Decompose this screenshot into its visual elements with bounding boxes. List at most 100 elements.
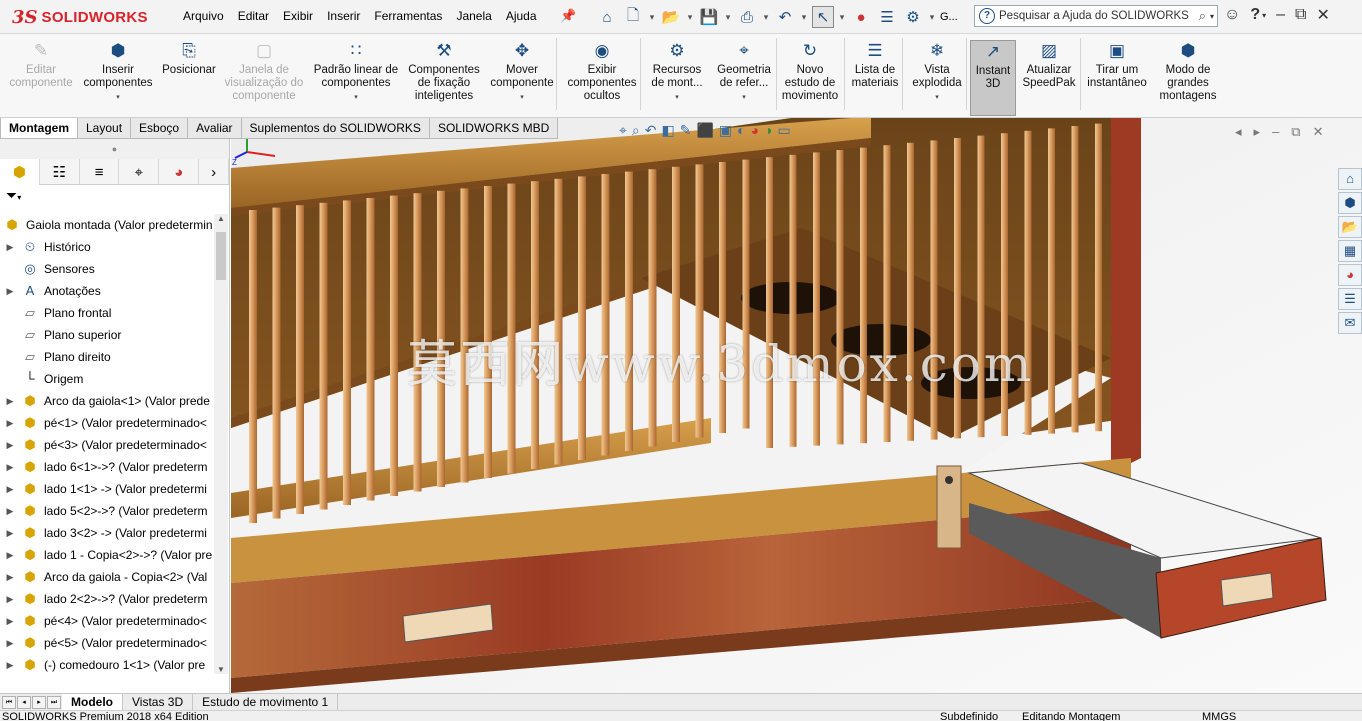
tree-item[interactable]: ▶ A Anotações xyxy=(0,280,214,302)
tab-suplementos[interactable]: Suplementos do SOLIDWORKS xyxy=(240,118,430,139)
tab-esboco[interactable]: Esboço xyxy=(130,118,189,139)
new-document-icon[interactable]: 🗋 xyxy=(622,6,644,28)
command-smart-fasteners-button[interactable]: ⚒ Componentes de fixação inteligentes xyxy=(402,40,486,116)
expand-arrow-icon[interactable]: ▶ xyxy=(0,462,20,473)
dropdown-arrow-icon[interactable]: ▾ xyxy=(838,12,846,23)
design-library-icon[interactable]: ⬢ xyxy=(1338,192,1362,214)
status-units[interactable]: MMGS xyxy=(1202,712,1236,721)
custom-properties-icon[interactable]: ☰ xyxy=(1338,288,1362,310)
edit-appearance-icon[interactable]: ◕ xyxy=(751,122,759,139)
next-tab-icon[interactable]: ▸ xyxy=(32,695,46,709)
section-view-icon[interactable]: ◧ xyxy=(661,122,674,139)
dropdown-arrow-icon[interactable]: ▾ xyxy=(762,12,770,23)
menu-arquivo[interactable]: Arquivo xyxy=(176,9,231,23)
command-show-hidden-button[interactable]: ◉ Exibir componentes ocultos xyxy=(562,40,642,116)
zoom-area-icon[interactable]: ⌕ xyxy=(632,122,640,139)
panel-grip[interactable]: ● xyxy=(0,139,229,159)
dropdown-arrow-icon[interactable]: ▾ xyxy=(648,12,656,23)
menu-exibir[interactable]: Exibir xyxy=(276,9,320,23)
tab-montagem[interactable]: Montagem xyxy=(0,118,78,139)
viewport-close-icon[interactable]: ✕ xyxy=(1313,124,1324,140)
prev-tab-icon[interactable]: ◂ xyxy=(17,695,31,709)
first-tab-icon[interactable]: ⏮ xyxy=(2,695,16,709)
command-reference-geometry-button[interactable]: ⌖ Geometria de refer... ▾ xyxy=(712,40,776,116)
scroll-up-icon[interactable]: ▲ xyxy=(214,214,228,223)
command-assembly-features-button[interactable]: ⚙ Recursos de mont... ▾ xyxy=(646,40,708,116)
command-instant3d-button[interactable]: ↗ Instant 3D xyxy=(970,40,1016,116)
command-component-preview-button[interactable]: ▢ Janela de visualização do componente xyxy=(222,40,306,116)
tree-item[interactable]: ▶ ⬢ Arco da gaiola<1> (Valor prede xyxy=(0,390,214,412)
chevron-down-icon[interactable]: ▾ xyxy=(520,91,524,104)
menu-ferramentas[interactable]: Ferramentas xyxy=(367,9,449,23)
select-pointer-icon[interactable]: ↖ xyxy=(812,6,834,28)
tree-item[interactable]: ▶ ⬢ lado 6<1>->? (Valor predeterm xyxy=(0,456,214,478)
expand-arrow-icon[interactable]: ▶ xyxy=(0,528,20,539)
expand-arrow-icon[interactable]: ▶ xyxy=(0,594,20,605)
tree-item[interactable]: ▱ Plano direito xyxy=(0,346,214,368)
expand-arrow-icon[interactable]: ▶ xyxy=(0,616,20,627)
file-explorer-icon[interactable]: 📂 xyxy=(1338,216,1362,238)
restore-icon[interactable]: ⧉ xyxy=(1295,6,1306,24)
expand-arrow-icon[interactable]: ▶ xyxy=(0,660,20,671)
dropdown-arrow-icon[interactable]: ▾ xyxy=(800,12,808,23)
tab-mbd[interactable]: SOLIDWORKS MBD xyxy=(428,118,559,139)
scroll-thumb[interactable] xyxy=(216,232,226,280)
view-settings-icon[interactable]: ▭ xyxy=(778,122,791,139)
display-style-icon[interactable]: ▣ xyxy=(719,122,732,139)
command-motion-study-button[interactable]: ↻ Novo estudo de movimento xyxy=(778,40,842,116)
menu-janela[interactable]: Janela xyxy=(449,9,498,23)
help-dropdown-icon[interactable]: ▾ xyxy=(1262,11,1266,20)
open-folder-icon[interactable]: 📂 xyxy=(660,6,682,28)
apply-scene-icon[interactable]: ◑ xyxy=(764,122,772,139)
traffic-light-icon[interactable]: ● xyxy=(850,6,872,28)
command-mate-button[interactable]: ⎘ Posicionar xyxy=(160,40,218,116)
chevron-down-icon[interactable]: ▾ xyxy=(1210,12,1214,21)
tab-vistas-3d[interactable]: Vistas 3D xyxy=(123,694,194,710)
solidworks-logo[interactable]: 3S SOLIDWORKS xyxy=(12,4,148,30)
configuration-manager-tab-icon[interactable]: ≡ xyxy=(80,159,120,185)
tree-item[interactable]: ▶ ⬢ lado 1<1> -> (Valor predetermi xyxy=(0,478,214,500)
tree-item[interactable]: ▶ ⬢ (-) comedouro 1<1> (Valor pre xyxy=(0,654,214,674)
expand-arrow-icon[interactable]: ▶ xyxy=(0,572,20,583)
prev-window-icon[interactable]: ◂ xyxy=(1235,124,1242,140)
graphics-viewport[interactable]: 莫西网www.3dmox.com ⌖ ⌕ ↶ ◧ ✎ ⬛ ▣ ◐ ◕ ◑ ▭ ◂… xyxy=(231,118,1362,693)
tab-layout[interactable]: Layout xyxy=(77,118,132,139)
next-window-icon[interactable]: ▸ xyxy=(1254,124,1261,140)
tree-item[interactable]: ▶ ⬢ lado 5<2>->? (Valor predeterm xyxy=(0,500,214,522)
filter-icon[interactable]: ⏷▾ xyxy=(0,185,229,207)
tree-item[interactable]: ▶ ⬢ lado 1 - Copia<2>->? (Valor pre xyxy=(0,544,214,566)
tab-motion-study[interactable]: Estudo de movimento 1 xyxy=(193,694,339,710)
zoom-to-fit-icon[interactable]: ⌖ xyxy=(619,122,627,139)
expand-arrow-icon[interactable]: ▶ xyxy=(0,396,20,407)
tree-item[interactable]: ▶ ⬢ pé<5> (Valor predeterminado< xyxy=(0,632,214,654)
tree-item[interactable]: ▶ ⬢ lado 3<2> -> (Valor predetermi xyxy=(0,522,214,544)
viewport-minimize-icon[interactable]: – xyxy=(1272,124,1279,140)
command-exploded-view-button[interactable]: ❄ Vista explodida ▾ xyxy=(906,40,968,116)
birdcage-model[interactable] xyxy=(231,118,1362,693)
feature-tree-tab-icon[interactable]: ⬢ xyxy=(0,159,40,185)
expand-arrow-icon[interactable]: ▶ xyxy=(0,484,20,495)
forum-icon[interactable]: ✉ xyxy=(1338,312,1362,334)
tree-item[interactable]: ▱ Plano superior xyxy=(0,324,214,346)
tree-scrollbar[interactable]: ▲ ▼ xyxy=(214,214,228,674)
command-bom-button[interactable]: ☰ Lista de materiais xyxy=(848,40,902,116)
save-icon[interactable]: 💾 xyxy=(698,6,720,28)
command-speedpak-button[interactable]: ▨ Atualizar SpeedPak xyxy=(1020,40,1078,116)
print-icon[interactable]: ⎙ xyxy=(736,6,758,28)
undo-icon[interactable]: ↶ xyxy=(774,6,796,28)
help-icon[interactable]: ? xyxy=(1250,6,1260,24)
view-orientation-icon[interactable]: ⬛ xyxy=(696,122,713,139)
tree-item[interactable]: ▶ ⏲ Histórico xyxy=(0,236,214,258)
menu-ajuda[interactable]: Ajuda xyxy=(499,9,544,23)
chevron-down-icon[interactable]: ▾ xyxy=(935,91,939,104)
search-icon[interactable]: ⌕ xyxy=(1199,8,1206,24)
property-manager-tab-icon[interactable]: ☷ xyxy=(40,159,80,185)
command-insert-components-button[interactable]: ⬢ Inserir componentes ▾ xyxy=(83,40,152,116)
pin-icon[interactable]: 📌 xyxy=(560,8,576,24)
tree-item[interactable]: ◎ Sensores xyxy=(0,258,214,280)
tree-root[interactable]: ⬢ Gaiola montada (Valor predetermin xyxy=(0,214,214,236)
dimxpert-tab-icon[interactable]: ⌖ xyxy=(119,159,160,185)
user-icon[interactable]: ☺ xyxy=(1224,6,1240,24)
dropdown-arrow-icon[interactable]: ▾ xyxy=(928,12,936,23)
chevron-right-icon[interactable]: › xyxy=(199,159,230,185)
